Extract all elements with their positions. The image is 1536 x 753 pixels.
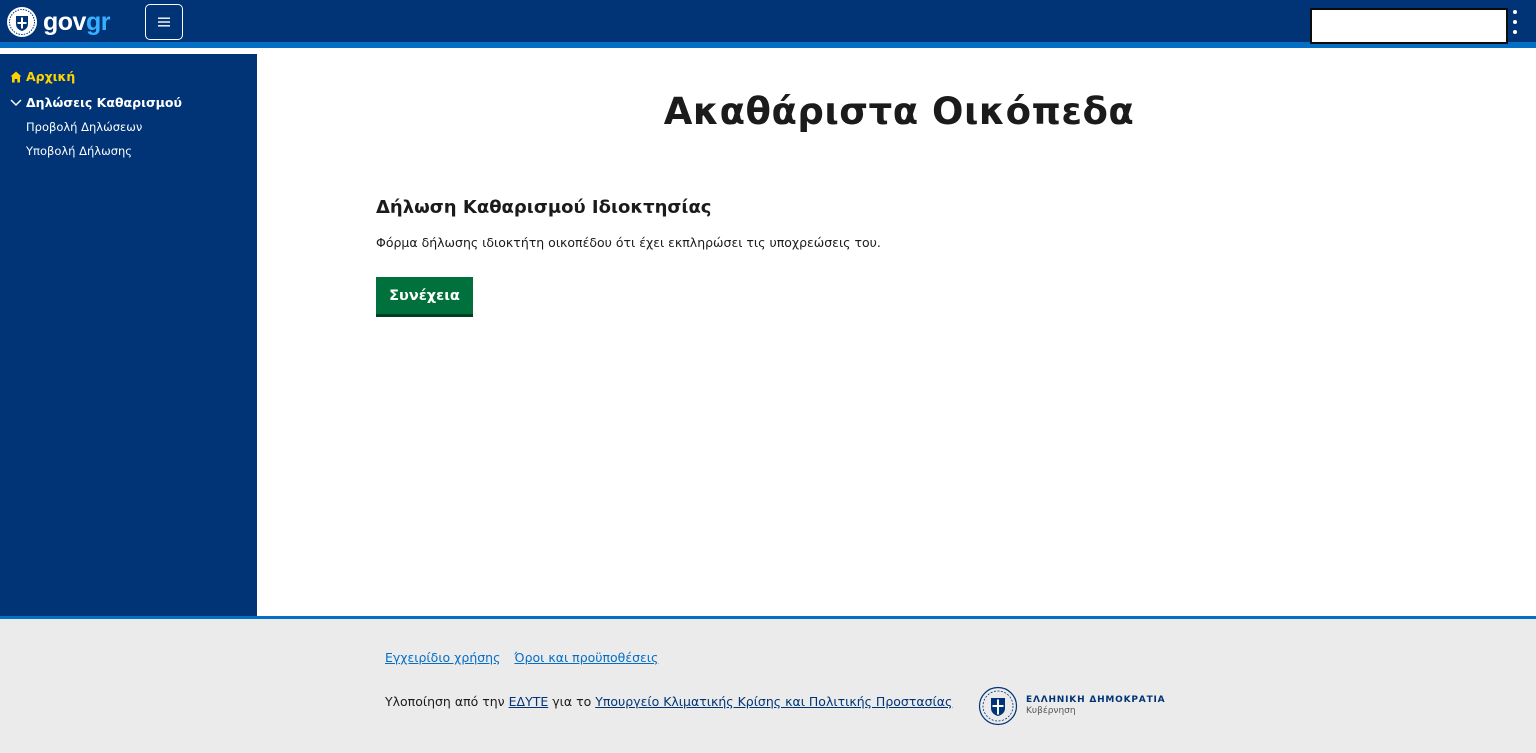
- sidebar-item-label: Αρχική: [26, 69, 76, 84]
- sidebar-item-view-declarations[interactable]: Προβολή Δηλώσεων: [26, 120, 142, 134]
- footer-links: Εγχειρίδιο χρήσης Όροι και προϋποθέσεις: [385, 650, 668, 665]
- main-content: Ακαθάριστα Οικόπεδα Δήλωση Καθαρισμού Ιδ…: [257, 54, 1536, 616]
- hellenic-republic-seal-icon: [978, 686, 1018, 726]
- govgr-logo[interactable]: govgr: [6, 5, 110, 39]
- hamburger-icon: [158, 17, 170, 27]
- menu-toggle-button[interactable]: [145, 4, 183, 40]
- credit-middle: για το: [548, 694, 596, 709]
- logo-gov-text: gov: [43, 7, 86, 36]
- footer: Εγχειρίδιο χρήσης Όροι και προϋποθέσεις …: [0, 616, 1536, 753]
- kebab-dot: [1513, 30, 1517, 34]
- government-label: Κυβέρνηση: [1026, 706, 1076, 716]
- user-account-box[interactable]: [1310, 8, 1508, 44]
- page-title: Ακαθάριστα Οικόπεδα: [663, 90, 1135, 133]
- hellenic-republic-logo: ΕΛΛΗΝΙΚΗ ΔΗΜΟΚΡΑΤΙΑ Κυβέρνηση: [978, 686, 1165, 726]
- terms-link[interactable]: Όροι και προϋποθέσεις: [514, 650, 658, 665]
- govgr-wordmark: govgr: [43, 7, 111, 36]
- continue-button[interactable]: Συνέχεια: [376, 277, 473, 317]
- sidebar-item-home[interactable]: Αρχική: [10, 69, 75, 84]
- sidebar-group-label: Δηλώσεις Καθαρισμού: [26, 95, 182, 110]
- kebab-dot: [1513, 10, 1517, 14]
- top-header: govgr: [0, 0, 1536, 48]
- sidebar-item-submit-declaration[interactable]: Υποβολή Δήλωσης: [26, 144, 132, 158]
- footer-credit: Υλοποίηση από την ΕΔΥΤΕ για το Υπουργείο…: [385, 694, 952, 709]
- credit-prefix: Υλοποίηση από την: [385, 694, 509, 709]
- sidebar-group-cleaning-declarations[interactable]: Δηλώσεις Καθαρισμού: [10, 95, 182, 110]
- chevron-down-icon: [10, 99, 22, 107]
- kebab-dot: [1513, 20, 1517, 24]
- kebab-icon[interactable]: [1509, 10, 1521, 34]
- logo-gr-text: gr: [85, 7, 111, 36]
- edyte-link[interactable]: ΕΔΥΤΕ: [509, 694, 549, 709]
- section-description: Φόρμα δήλωσης ιδιοκτήτη οικοπέδου ότι έχ…: [376, 235, 881, 250]
- home-icon: [10, 71, 22, 82]
- section-title: Δήλωση Καθαρισμού Ιδιοκτησίας: [376, 197, 712, 218]
- hellenic-republic-label: ΕΛΛΗΝΙΚΗ ΔΗΜΟΚΡΑΤΙΑ: [1026, 694, 1166, 705]
- sidebar: Αρχική Δηλώσεις Καθαρισμού Προβολή Δηλώσ…: [0, 54, 257, 616]
- greek-seal-icon: [7, 7, 37, 37]
- user-manual-link[interactable]: Εγχειρίδιο χρήσης: [385, 650, 500, 665]
- gov-text: ΕΛΛΗΝΙΚΗ ΔΗΜΟΚΡΑΤΙΑ Κυβέρνηση: [1026, 695, 1165, 718]
- ministry-link[interactable]: Υπουργείο Κλιματικής Κρίσης και Πολιτική…: [595, 694, 952, 709]
